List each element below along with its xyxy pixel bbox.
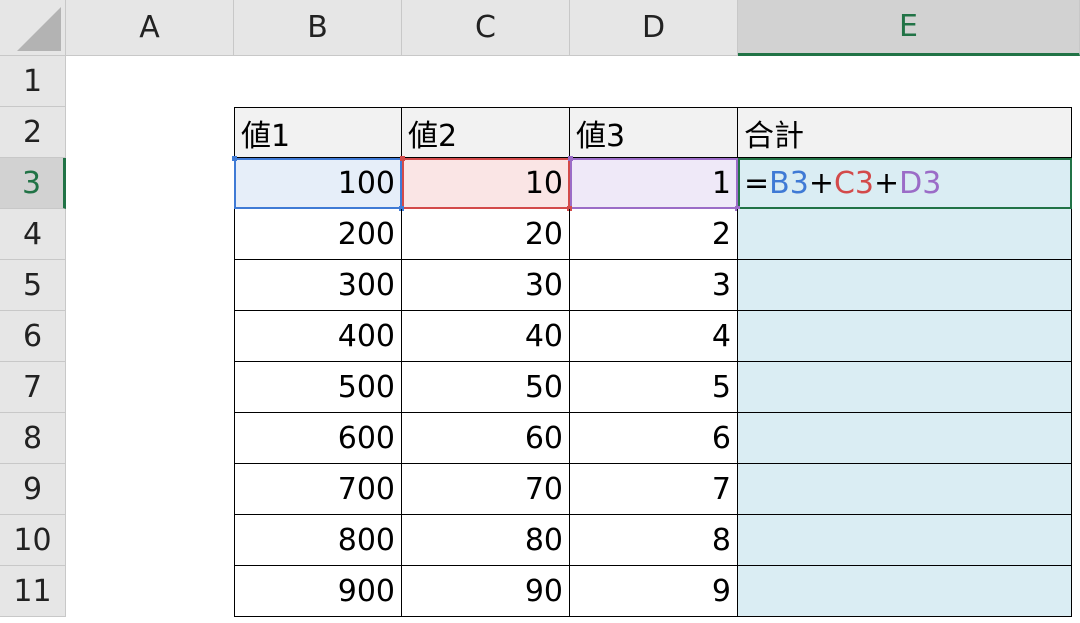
cell-c10[interactable]: 80: [402, 515, 570, 566]
cell-e5[interactable]: [738, 260, 1072, 311]
cell-d10[interactable]: 8: [570, 515, 738, 566]
cell-e3-formula-editor[interactable]: = B3 + C3 + D3: [738, 158, 1072, 209]
ref-handle-c3[interactable]: [400, 156, 405, 161]
select-all-triangle-icon: [17, 7, 61, 51]
cell-e10[interactable]: [738, 515, 1072, 566]
column-header-b[interactable]: B: [234, 0, 402, 56]
cell-c7[interactable]: 50: [402, 362, 570, 413]
cell-c11[interactable]: 90: [402, 566, 570, 617]
header-cell-value3[interactable]: 値3: [570, 107, 738, 158]
cell-b5[interactable]: 300: [234, 260, 402, 311]
cell-e9[interactable]: [738, 464, 1072, 515]
row-header-4[interactable]: 4: [0, 209, 66, 260]
cell-b7[interactable]: 500: [234, 362, 402, 413]
row-header-1[interactable]: 1: [0, 56, 66, 107]
row-header-5[interactable]: 5: [0, 260, 66, 311]
row-header-10[interactable]: 10: [0, 515, 66, 566]
header-cell-value1[interactable]: 値1: [234, 107, 402, 158]
formula-ref-c3: C3: [833, 165, 874, 201]
cell-b9[interactable]: 700: [234, 464, 402, 515]
cell-e7[interactable]: [738, 362, 1072, 413]
cell-e4[interactable]: [738, 209, 1072, 260]
ref-handle-d3[interactable]: [568, 156, 573, 161]
cell-e11[interactable]: [738, 566, 1072, 617]
column-header-c[interactable]: C: [402, 0, 570, 56]
cell-d8[interactable]: 6: [570, 413, 738, 464]
formula-plus: +: [808, 165, 834, 201]
cell-b11[interactable]: 900: [234, 566, 402, 617]
header-cell-total[interactable]: 合計: [738, 107, 1072, 158]
column-header-a[interactable]: A: [66, 0, 234, 56]
select-all-corner[interactable]: [0, 0, 66, 56]
cell-b10[interactable]: 800: [234, 515, 402, 566]
header-cell-value2[interactable]: 値2: [402, 107, 570, 158]
column-header-d[interactable]: D: [570, 0, 738, 56]
row-header-7[interactable]: 7: [0, 362, 66, 413]
cell-e6[interactable]: [738, 311, 1072, 362]
formula-ref-d3: D3: [899, 165, 942, 201]
cell-b4[interactable]: 200: [234, 209, 402, 260]
cell-c6[interactable]: 40: [402, 311, 570, 362]
row-header-6[interactable]: 6: [0, 311, 66, 362]
cell-c4[interactable]: 20: [402, 209, 570, 260]
column-header-e[interactable]: E: [738, 0, 1080, 56]
cell-d9[interactable]: 7: [570, 464, 738, 515]
cell-b3[interactable]: 100: [234, 158, 402, 209]
row-header-3[interactable]: 3: [0, 158, 66, 209]
cell-d5[interactable]: 3: [570, 260, 738, 311]
ref-handle-b3[interactable]: [232, 156, 237, 161]
cell-d7[interactable]: 5: [570, 362, 738, 413]
cell-d3[interactable]: 1: [570, 158, 738, 209]
cell-d11[interactable]: 9: [570, 566, 738, 617]
cell-c8[interactable]: 60: [402, 413, 570, 464]
cell-c5[interactable]: 30: [402, 260, 570, 311]
cell-b8[interactable]: 600: [234, 413, 402, 464]
cell-b6[interactable]: 400: [234, 311, 402, 362]
formula-plus: +: [874, 165, 900, 201]
cell-d6[interactable]: 4: [570, 311, 738, 362]
cell-e8[interactable]: [738, 413, 1072, 464]
formula-equals: =: [744, 165, 770, 201]
row-header-8[interactable]: 8: [0, 413, 66, 464]
cell-c9[interactable]: 70: [402, 464, 570, 515]
row-header-9[interactable]: 9: [0, 464, 66, 515]
row-header-2[interactable]: 2: [0, 107, 66, 158]
cell-d4[interactable]: 2: [570, 209, 738, 260]
row-header-11[interactable]: 11: [0, 566, 66, 617]
cell-c3[interactable]: 10: [402, 158, 570, 209]
formula-ref-b3: B3: [769, 165, 809, 201]
